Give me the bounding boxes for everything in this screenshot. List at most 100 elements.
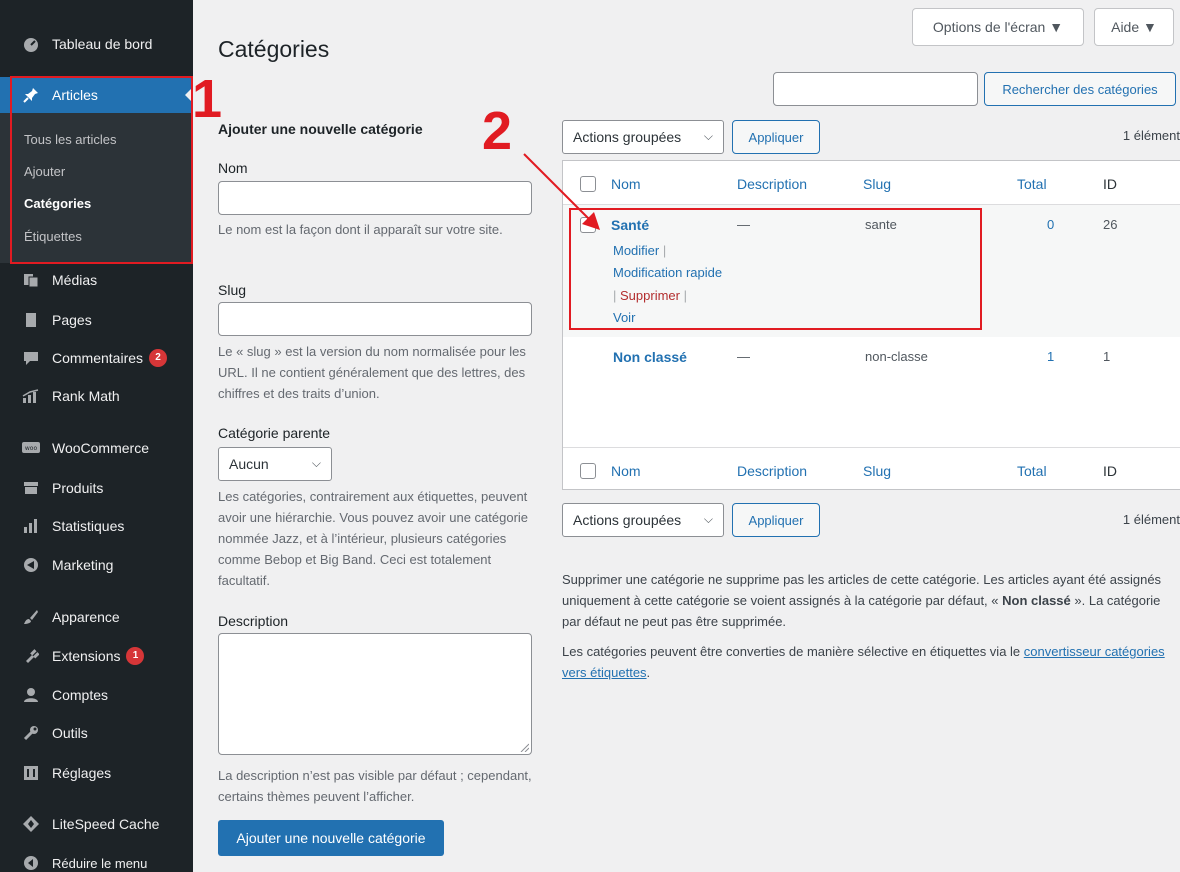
megaphone-icon bbox=[22, 556, 40, 574]
menu-label: Rank Math bbox=[52, 388, 120, 404]
plugins-update-badge: 1 bbox=[126, 647, 145, 665]
collapse-icon bbox=[22, 854, 40, 872]
name-help-text: Le nom est la façon dont il apparaît sur… bbox=[218, 222, 503, 237]
users-icon bbox=[22, 686, 40, 704]
menu-item-products[interactable]: Produits bbox=[0, 470, 193, 506]
menu-item-marketing[interactable]: Marketing bbox=[0, 547, 193, 583]
column-footer-slug[interactable]: Slug bbox=[863, 463, 891, 479]
apply-button-bottom[interactable]: Appliquer bbox=[732, 503, 820, 537]
menu-item-tools[interactable]: Outils bbox=[0, 715, 193, 751]
stats-icon bbox=[22, 517, 40, 535]
collapse-menu-button[interactable]: Réduire le menu bbox=[0, 845, 193, 872]
slug-label: Slug bbox=[218, 282, 247, 298]
category-total[interactable]: 1 bbox=[1047, 349, 1054, 364]
menu-label: Commentaires bbox=[52, 350, 144, 366]
column-header-description[interactable]: Description bbox=[737, 176, 807, 192]
plugins-icon bbox=[22, 647, 40, 665]
screen-options-button[interactable]: Options de l'écran ▼ bbox=[912, 8, 1084, 46]
search-categories-input[interactable] bbox=[773, 72, 978, 106]
column-header-name[interactable]: Nom bbox=[611, 176, 641, 192]
add-category-submit-button[interactable]: Ajouter une nouvelle catégorie bbox=[218, 820, 444, 856]
media-icon bbox=[22, 271, 40, 289]
menu-item-rank-math[interactable]: Rank Math bbox=[0, 378, 193, 414]
menu-item-comments[interactable]: Commentaires 2 bbox=[0, 340, 193, 376]
menu-label: Réglages bbox=[52, 765, 112, 781]
items-count-bottom: 1 élément bbox=[1122, 512, 1180, 527]
pages-icon bbox=[22, 311, 40, 329]
menu-item-pages[interactable]: Pages bbox=[0, 302, 193, 338]
annotation-arrow-icon bbox=[523, 153, 600, 230]
menu-label: Outils bbox=[52, 725, 88, 741]
rank-math-icon bbox=[22, 387, 40, 405]
note-text: Les catégories peuvent être converties d… bbox=[562, 644, 1024, 659]
parent-help-text: Les catégories, contrairement aux étique… bbox=[218, 489, 529, 588]
menu-item-dashboard[interactable]: Tableau de bord bbox=[0, 26, 193, 62]
description-label: Description bbox=[218, 613, 289, 629]
bulk-actions-select-bottom[interactable]: Actions groupées ⌵ bbox=[562, 503, 724, 537]
converter-note: Les catégories peuvent être converties d… bbox=[562, 641, 1176, 683]
menu-item-appearance[interactable]: Apparence bbox=[0, 599, 193, 635]
description-help-text: La description n’est pas visible par déf… bbox=[218, 768, 532, 804]
name-input[interactable] bbox=[218, 181, 532, 215]
menu-item-media[interactable]: Médias bbox=[0, 262, 193, 298]
slug-input[interactable] bbox=[218, 302, 532, 336]
page-title: Catégories bbox=[218, 36, 330, 62]
select-all-checkbox-footer[interactable] bbox=[580, 463, 596, 479]
category-total[interactable]: 0 bbox=[1047, 217, 1054, 232]
litespeed-icon bbox=[22, 815, 40, 833]
menu-item-litespeed[interactable]: LiteSpeed Cache bbox=[0, 806, 193, 842]
bulk-actions-value: Actions groupées bbox=[573, 129, 682, 145]
menu-item-woocommerce[interactable]: woo WooCommerce bbox=[0, 430, 193, 466]
parent-category-label: Catégorie parente bbox=[218, 425, 331, 441]
column-header-slug[interactable]: Slug bbox=[863, 176, 891, 192]
description-textarea[interactable] bbox=[218, 633, 532, 755]
brush-icon bbox=[22, 608, 40, 626]
comments-icon bbox=[22, 349, 40, 367]
items-count-top: 1 élément bbox=[1122, 128, 1180, 143]
name-label: Nom bbox=[218, 160, 248, 176]
menu-label: WooCommerce bbox=[52, 440, 149, 456]
column-footer-description[interactable]: Description bbox=[737, 463, 807, 479]
annotation-box-sante-row bbox=[569, 208, 982, 330]
category-id: 1 bbox=[1103, 349, 1111, 364]
annotation-number-2: 2 bbox=[482, 101, 513, 161]
note-default-category: Non classé bbox=[1002, 593, 1071, 608]
divider bbox=[563, 447, 1180, 448]
menu-item-statistics[interactable]: Statistiques bbox=[0, 508, 193, 544]
menu-label: Statistiques bbox=[52, 518, 125, 534]
column-footer-id: ID bbox=[1103, 463, 1117, 479]
resize-handle-icon[interactable] bbox=[519, 742, 529, 752]
apply-button-top[interactable]: Appliquer bbox=[732, 120, 820, 154]
table-row: Non classé — non-classe 1 1 bbox=[563, 337, 1180, 447]
menu-label: Apparence bbox=[52, 609, 120, 625]
slug-help-text: Le « slug » est la version du nom normal… bbox=[218, 344, 526, 401]
parent-category-value: Aucun bbox=[229, 456, 269, 472]
bulk-actions-value: Actions groupées bbox=[573, 512, 682, 528]
menu-item-plugins[interactable]: Extensions 1 bbox=[0, 638, 193, 674]
column-header-total[interactable]: Total bbox=[1017, 176, 1047, 192]
comments-count-badge: 2 bbox=[149, 349, 168, 367]
menu-label: Tableau de bord bbox=[52, 36, 153, 52]
chevron-down-icon: ⌵ bbox=[703, 512, 713, 526]
category-name-link[interactable]: Non classé bbox=[613, 349, 687, 365]
menu-item-settings[interactable]: Réglages bbox=[0, 755, 193, 791]
annotation-number-1: 1 bbox=[192, 69, 223, 129]
parent-category-select[interactable]: Aucun ⌵ bbox=[218, 447, 332, 481]
help-button[interactable]: Aide ▼ bbox=[1094, 8, 1174, 46]
chevron-down-icon: ⌵ bbox=[703, 129, 713, 143]
column-footer-total[interactable]: Total bbox=[1017, 463, 1047, 479]
bulk-actions-select-top[interactable]: Actions groupées ⌵ bbox=[562, 120, 724, 154]
menu-label: Extensions bbox=[52, 648, 121, 664]
woocommerce-icon: woo bbox=[22, 439, 40, 457]
search-categories-button[interactable]: Rechercher des catégories bbox=[984, 72, 1176, 106]
svg-text:woo: woo bbox=[25, 445, 38, 452]
products-icon bbox=[22, 479, 40, 497]
delete-category-note: Supprimer une catégorie ne supprime pas … bbox=[562, 569, 1176, 632]
menu-label: Produits bbox=[52, 480, 104, 496]
column-header-id: ID bbox=[1103, 176, 1117, 192]
menu-label: Marketing bbox=[52, 557, 114, 573]
wrench-icon bbox=[22, 724, 40, 742]
column-footer-name[interactable]: Nom bbox=[611, 463, 641, 479]
menu-label: Pages bbox=[52, 312, 92, 328]
menu-item-users[interactable]: Comptes bbox=[0, 677, 193, 713]
